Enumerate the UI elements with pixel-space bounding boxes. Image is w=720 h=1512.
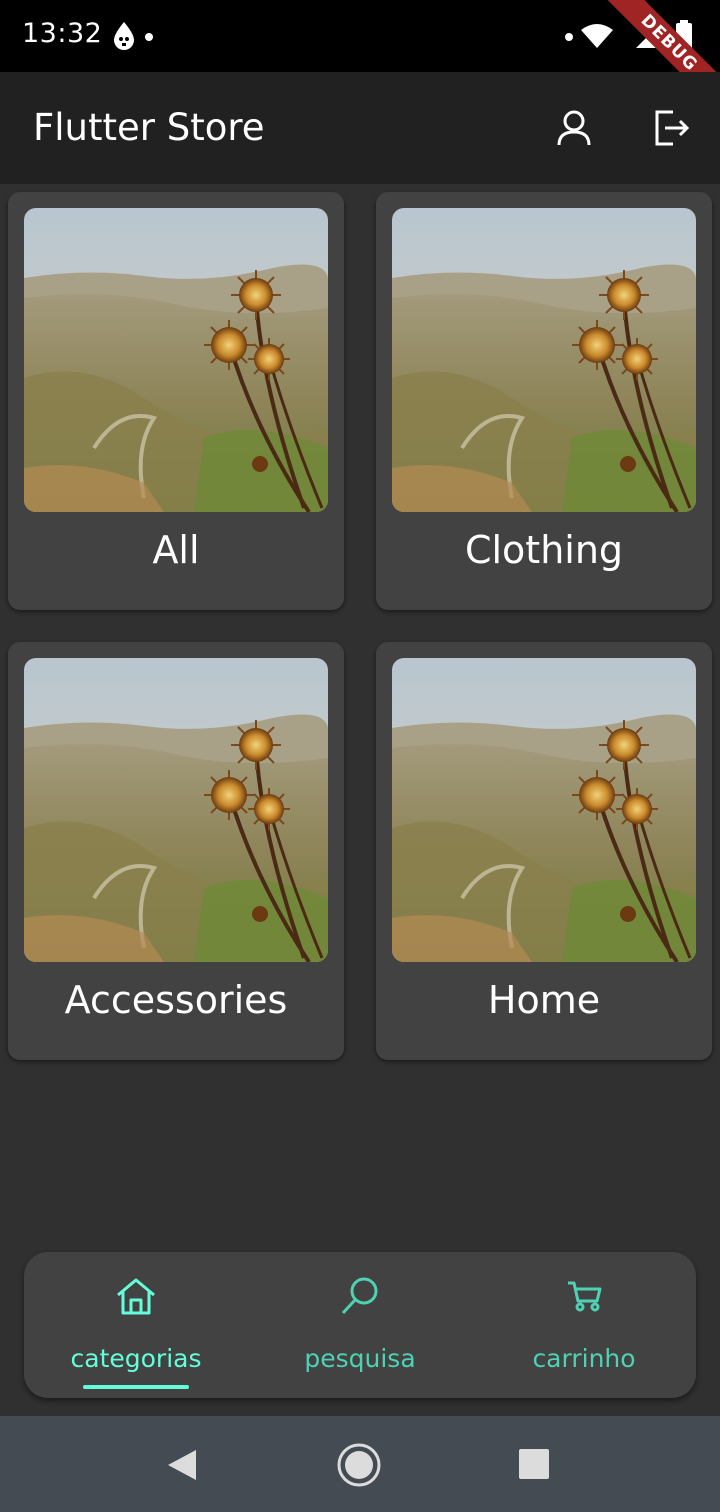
category-image [24,208,328,512]
page-title: Flutter Store [33,106,265,149]
category-card-accessories[interactable]: Accessories [8,642,344,1060]
bottom-navigation: categorias pesquisa carrinho [24,1252,696,1398]
category-label: Home [487,978,601,1022]
search-icon [340,1276,380,1316]
account-icon[interactable] [554,108,594,148]
nav-item-carrinho[interactable]: carrinho [472,1252,696,1398]
recents-icon[interactable] [518,1448,550,1484]
nav-label: pesquisa [304,1344,416,1373]
nav-item-categorias[interactable]: categorias [24,1252,248,1398]
status-bar: 13:32 DEBUG [0,0,720,72]
category-label: Accessories [64,978,288,1022]
home-icon [116,1276,156,1316]
category-image [392,208,696,512]
category-card-all[interactable]: All [8,192,344,610]
category-card-home[interactable]: Home [376,642,712,1060]
logout-icon[interactable] [652,108,692,148]
category-image [24,658,328,962]
nav-label: carrinho [532,1344,636,1373]
app-bar: Flutter Store [0,72,720,184]
back-icon[interactable] [166,1448,198,1486]
system-navigation-bar [0,1416,720,1512]
category-label: Clothing [464,528,624,572]
category-label: All [152,528,200,572]
active-tab-indicator [83,1385,189,1389]
dot-icon [145,33,153,41]
nav-item-pesquisa[interactable]: pesquisa [248,1252,472,1398]
dot-icon [565,33,573,41]
notification-drop-icon [112,20,136,56]
nav-label: categorias [70,1344,202,1373]
status-time: 13:32 [22,18,103,49]
wifi-icon [580,24,614,54]
category-card-clothing[interactable]: Clothing [376,192,712,610]
home-circle-icon[interactable] [336,1442,382,1492]
category-image [392,658,696,962]
cart-icon [564,1276,604,1316]
